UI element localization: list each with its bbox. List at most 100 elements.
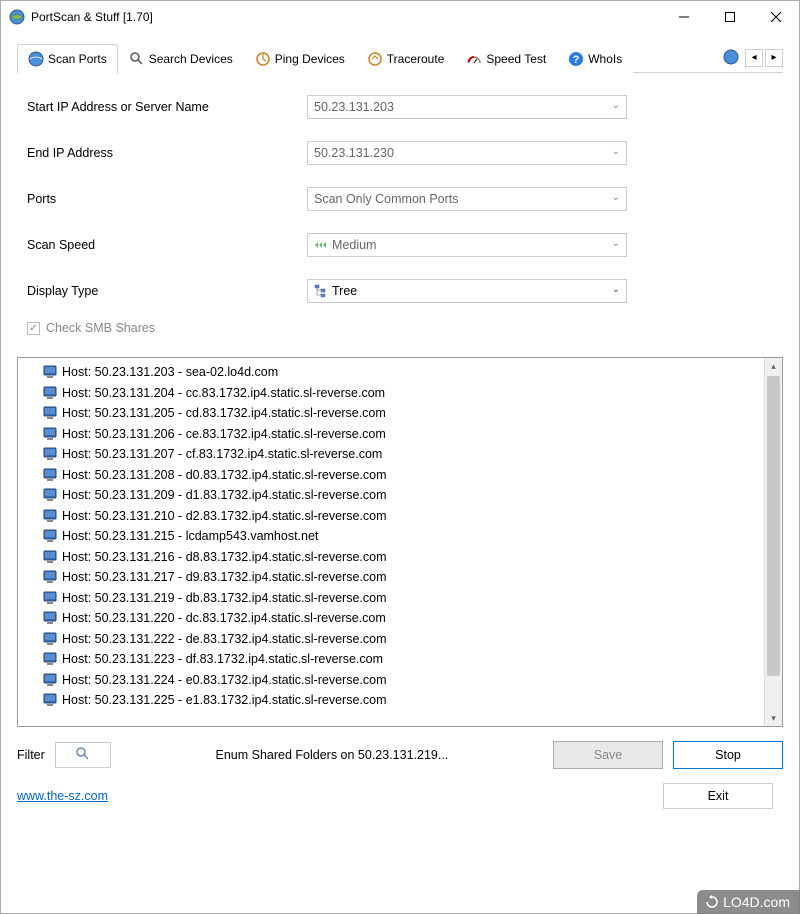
result-item[interactable]: Host: 50.23.131.223 - df.83.1732.ip4.sta… (42, 649, 764, 670)
tab-label: Scan Ports (48, 52, 107, 66)
tab-label: Ping Devices (275, 52, 345, 66)
result-item[interactable]: Host: 50.23.131.207 - cf.83.1732.ip4.sta… (42, 444, 764, 465)
tab-label: Search Devices (149, 52, 233, 66)
speed-label: Scan Speed (27, 238, 307, 252)
result-text: Host: 50.23.131.215 - lcdamp543.vamhost.… (62, 529, 318, 543)
filter-input[interactable] (55, 742, 111, 768)
globe-icon (28, 51, 44, 67)
result-item[interactable]: Host: 50.23.131.204 - cc.83.1732.ip4.sta… (42, 383, 764, 404)
watermark: LO4D.com (697, 890, 800, 914)
tab-scan-ports[interactable]: Scan Ports (17, 44, 118, 74)
result-item[interactable]: Host: 50.23.131.219 - db.83.1732.ip4.sta… (42, 588, 764, 609)
results-panel: Host: 50.23.131.203 - sea-02.lo4d.com Hos… (17, 357, 783, 727)
result-item[interactable]: Host: 50.23.131.215 - lcdamp543.vamhost.… (42, 526, 764, 547)
maximize-button[interactable] (707, 1, 753, 33)
result-item[interactable]: Host: 50.23.131.206 - ce.83.1732.ip4.sta… (42, 424, 764, 445)
host-icon (42, 364, 58, 380)
exit-button[interactable]: Exit (663, 783, 773, 809)
minimize-button[interactable] (661, 1, 707, 33)
result-item[interactable]: Host: 50.23.131.205 - cd.83.1732.ip4.sta… (42, 403, 764, 424)
result-text: Host: 50.23.131.224 - e0.83.1732.ip4.sta… (62, 673, 387, 687)
result-text: Host: 50.23.131.204 - cc.83.1732.ip4.sta… (62, 386, 385, 400)
ports-select[interactable]: Scan Only Common Ports ⌄ (307, 187, 627, 211)
tab-scroll-right[interactable]: ▸ (765, 49, 783, 67)
result-text: Host: 50.23.131.216 - d8.83.1732.ip4.sta… (62, 550, 387, 564)
refresh-icon (705, 895, 719, 909)
ping-icon (255, 51, 271, 67)
ports-label: Ports (27, 192, 307, 206)
host-icon (42, 651, 58, 667)
display-select[interactable]: Tree ⌄ (307, 279, 627, 303)
start-ip-input[interactable]: 50.23.131.203 ⌄ (307, 95, 627, 119)
host-icon (42, 528, 58, 544)
host-icon (42, 385, 58, 401)
host-icon (42, 610, 58, 626)
result-text: Host: 50.23.131.217 - d9.83.1732.ip4.sta… (62, 570, 387, 584)
ports-value: Scan Only Common Ports (314, 192, 459, 206)
host-icon (42, 672, 58, 688)
host-icon (42, 549, 58, 565)
tab-label: Speed Test (486, 52, 546, 66)
start-ip-label: Start IP Address or Server Name (27, 100, 307, 114)
host-icon (42, 467, 58, 483)
result-text: Host: 50.23.131.210 - d2.83.1732.ip4.sta… (62, 509, 387, 523)
result-text: Host: 50.23.131.222 - de.83.1732.ip4.sta… (62, 632, 387, 646)
chevron-down-icon: ⌄ (612, 238, 620, 249)
tab-ping-devices[interactable]: Ping Devices (244, 44, 356, 74)
stop-button[interactable]: Stop (673, 741, 783, 769)
tab-whois[interactable]: ? WhoIs (557, 44, 633, 74)
result-item[interactable]: Host: 50.23.131.220 - dc.83.1732.ip4.sta… (42, 608, 764, 629)
titlebar: PortScan & Stuff [1.70] (1, 1, 799, 33)
result-text: Host: 50.23.131.208 - d0.83.1732.ip4.sta… (62, 468, 387, 482)
result-item[interactable]: Host: 50.23.131.216 - d8.83.1732.ip4.sta… (42, 547, 764, 568)
display-label: Display Type (27, 284, 307, 298)
host-icon (42, 508, 58, 524)
tab-scroll-left[interactable]: ◂ (745, 49, 763, 67)
speed-value: Medium (332, 238, 376, 252)
result-item[interactable]: Host: 50.23.131.217 - d9.83.1732.ip4.sta… (42, 567, 764, 588)
result-text: Host: 50.23.131.205 - cd.83.1732.ip4.sta… (62, 406, 386, 420)
result-item[interactable]: Host: 50.23.131.209 - d1.83.1732.ip4.sta… (42, 485, 764, 506)
search-icon (129, 51, 145, 67)
result-item[interactable]: Host: 50.23.131.210 - d2.83.1732.ip4.sta… (42, 506, 764, 527)
result-item[interactable]: Host: 50.23.131.208 - d0.83.1732.ip4.sta… (42, 465, 764, 486)
results-list[interactable]: Host: 50.23.131.203 - sea-02.lo4d.com Hos… (18, 358, 764, 726)
checkbox-icon: ✓ (27, 322, 40, 335)
end-ip-value: 50.23.131.230 (314, 146, 394, 160)
host-icon (42, 446, 58, 462)
result-text: Host: 50.23.131.206 - ce.83.1732.ip4.sta… (62, 427, 386, 441)
result-text: Host: 50.23.131.209 - d1.83.1732.ip4.sta… (62, 488, 387, 502)
tab-search-devices[interactable]: Search Devices (118, 44, 244, 74)
result-item[interactable]: Host: 50.23.131.222 - de.83.1732.ip4.sta… (42, 629, 764, 650)
scroll-up-icon[interactable]: ▴ (765, 358, 782, 374)
tab-strip: Scan Ports Search Devices Ping Devices T… (17, 43, 783, 73)
result-text: Host: 50.23.131.220 - dc.83.1732.ip4.sta… (62, 611, 386, 625)
result-item[interactable]: Host: 50.23.131.203 - sea-02.lo4d.com (42, 362, 764, 383)
result-text: Host: 50.23.131.203 - sea-02.lo4d.com (62, 365, 278, 379)
scroll-down-icon[interactable]: ▾ (765, 710, 782, 726)
gauge-icon (466, 51, 482, 67)
host-icon (42, 487, 58, 503)
status-text: Enum Shared Folders on 50.23.131.219... (121, 748, 543, 762)
end-ip-label: End IP Address (27, 146, 307, 160)
help-icon: ? (568, 51, 584, 67)
end-ip-input[interactable]: 50.23.131.230 ⌄ (307, 141, 627, 165)
chevron-down-icon: ⌄ (612, 100, 620, 111)
scrollbar[interactable]: ▴ ▾ (764, 358, 782, 726)
tab-label: WhoIs (588, 52, 622, 66)
display-value: Tree (332, 284, 357, 298)
speed-select[interactable]: Medium ⌄ (307, 233, 627, 257)
speed-icon (314, 238, 328, 252)
tab-speed-test[interactable]: Speed Test (455, 44, 557, 74)
close-button[interactable] (753, 1, 799, 33)
tab-traceroute[interactable]: Traceroute (356, 44, 456, 74)
chevron-down-icon: ⌄ (612, 284, 620, 295)
website-link[interactable]: www.the-sz.com (17, 789, 108, 803)
result-item[interactable]: Host: 50.23.131.224 - e0.83.1732.ip4.sta… (42, 670, 764, 691)
check-smb-checkbox[interactable]: ✓ Check SMB Shares (27, 321, 773, 335)
save-button[interactable]: Save (553, 741, 663, 769)
globe-more-icon[interactable] (723, 49, 739, 65)
result-item[interactable]: Host: 50.23.131.225 - e1.83.1732.ip4.sta… (42, 690, 764, 711)
scrollbar-thumb[interactable] (767, 376, 780, 676)
host-icon (42, 631, 58, 647)
